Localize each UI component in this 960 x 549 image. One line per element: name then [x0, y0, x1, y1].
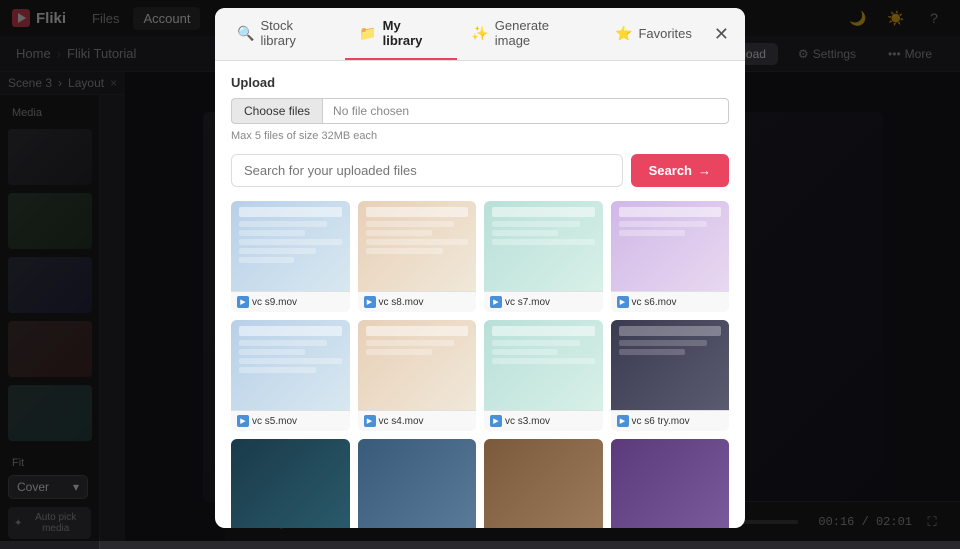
tab-generate-image[interactable]: ✨ Generate image: [457, 8, 601, 60]
list-item[interactable]: ▶ thumb12: [611, 439, 730, 528]
modal-overlay: 🔍 Stock library 📁 My library ✨ Generate …: [0, 0, 960, 541]
tab-stock-library[interactable]: 🔍 Stock library: [223, 8, 345, 60]
folder-icon: 📁: [359, 25, 376, 42]
media-label: ▶ vc s5.mov: [231, 410, 350, 431]
video-icon: ▶: [617, 296, 629, 308]
list-item[interactable]: ▶ vc s4.mov: [358, 320, 477, 431]
file-name-display: No file chosen: [322, 98, 729, 124]
media-label: ▶ vc s4.mov: [358, 410, 477, 431]
media-label: ▶ vc s3.mov: [484, 410, 603, 431]
list-item[interactable]: ▶ vc s6.mov: [611, 201, 730, 312]
media-name: vc s9.mov: [252, 297, 297, 308]
video-icon: ▶: [237, 296, 249, 308]
list-item[interactable]: ▶ vc s3.mov: [484, 320, 603, 431]
tab-favorites-label: Favorites: [638, 26, 691, 41]
choose-files-button[interactable]: Choose files: [231, 98, 322, 124]
list-item[interactable]: ▶ thumb9: [231, 439, 350, 528]
tab-favorites[interactable]: ⭐ Favorites: [601, 15, 706, 54]
media-thumb: [484, 201, 603, 291]
media-thumb: [358, 439, 477, 528]
media-thumb: [358, 320, 477, 410]
star-icon: ⭐: [615, 25, 632, 42]
list-item[interactable]: ▶ thumb11: [484, 439, 603, 528]
media-name: vc s5.mov: [252, 416, 297, 427]
list-item[interactable]: ▶ vc s6 try.mov: [611, 320, 730, 431]
list-item[interactable]: ▶ thumb10: [358, 439, 477, 528]
search-input[interactable]: [231, 154, 623, 187]
video-icon: ▶: [617, 415, 629, 427]
upload-label: Upload: [231, 75, 729, 90]
media-name: vc s3.mov: [505, 416, 550, 427]
media-thumb: [231, 320, 350, 410]
sparkle-icon: ✨: [471, 25, 488, 42]
media-label: ▶ vc s6 try.mov: [611, 410, 730, 431]
media-label: ▶ vc s8.mov: [358, 291, 477, 312]
search-button[interactable]: Search →: [631, 154, 729, 187]
tab-generate-label: Generate image: [495, 18, 587, 48]
video-icon: ▶: [364, 296, 376, 308]
video-icon: ▶: [490, 296, 502, 308]
upload-section: Upload Choose files No file chosen Max 5…: [231, 75, 729, 142]
media-grid: ▶ vc s9.mov ▶: [231, 201, 729, 528]
list-item[interactable]: ▶ vc s5.mov: [231, 320, 350, 431]
modal-close-button[interactable]: ✕: [706, 16, 737, 53]
media-label: ▶ vc s9.mov: [231, 291, 350, 312]
media-thumb: [611, 320, 730, 410]
media-label: ▶ vc s7.mov: [484, 291, 603, 312]
list-item[interactable]: ▶ vc s9.mov: [231, 201, 350, 312]
media-thumb: [358, 201, 477, 291]
media-thumb: [231, 439, 350, 528]
search-button-label: Search: [649, 163, 692, 178]
max-size-note: Max 5 files of size 32MB each: [231, 130, 729, 142]
video-icon: ▶: [490, 415, 502, 427]
media-thumb: [484, 439, 603, 528]
video-icon: ▶: [237, 415, 249, 427]
media-library-modal: 🔍 Stock library 📁 My library ✨ Generate …: [215, 8, 745, 528]
search-icon: 🔍: [237, 25, 254, 42]
modal-tabs: 🔍 Stock library 📁 My library ✨ Generate …: [215, 8, 745, 61]
media-thumb: [231, 201, 350, 291]
search-row: Search →: [231, 154, 729, 187]
modal-body: Upload Choose files No file chosen Max 5…: [215, 61, 745, 528]
media-thumb: [611, 439, 730, 528]
media-name: vc s6.mov: [632, 297, 677, 308]
media-thumb: [484, 320, 603, 410]
list-item[interactable]: ▶ vc s7.mov: [484, 201, 603, 312]
file-input-row: Choose files No file chosen: [231, 98, 729, 124]
media-name: vc s4.mov: [379, 416, 424, 427]
media-name: vc s6 try.mov: [632, 416, 690, 427]
tab-stock-label: Stock library: [260, 18, 331, 48]
media-name: vc s7.mov: [505, 297, 550, 308]
media-name: vc s8.mov: [379, 297, 424, 308]
media-label: ▶ vc s6.mov: [611, 291, 730, 312]
tab-my-label: My library: [383, 18, 444, 48]
arrow-right-icon: →: [698, 163, 711, 178]
list-item[interactable]: ▶ vc s8.mov: [358, 201, 477, 312]
tab-my-library[interactable]: 📁 My library: [345, 8, 457, 60]
video-icon: ▶: [364, 415, 376, 427]
media-thumb: [611, 201, 730, 291]
